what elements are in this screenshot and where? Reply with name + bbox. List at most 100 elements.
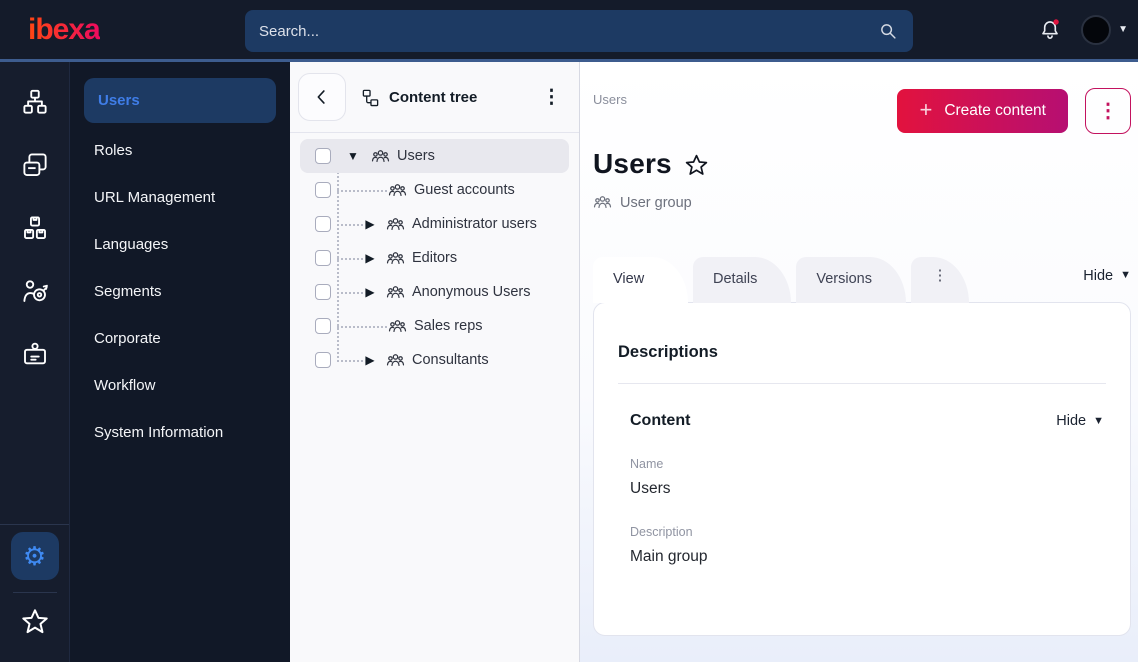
rail-divider [12,592,57,593]
tree-checkbox[interactable] [315,250,331,266]
tab-details[interactable]: Details [693,257,792,303]
create-content-button[interactable]: + Create content [897,89,1068,133]
user-group-icon [388,317,407,336]
caret-right-icon[interactable]: ▶ [364,218,376,230]
caret-down-icon: ▼ [1120,269,1131,281]
sidebar-item-url-management[interactable]: URL Management [70,174,290,221]
tab-more-kebab-icon[interactable]: ⋮ [910,257,969,303]
caret-down-icon: ▼ [1093,414,1104,427]
content-tree-title: Content tree [389,88,478,106]
tree-options-kebab-icon[interactable]: ⋮ [538,86,565,109]
user-group-icon [371,147,390,166]
sidebar-item-workflow[interactable]: Workflow [70,362,290,409]
tree-checkbox[interactable] [315,182,331,198]
gear-icon: ⚙ [22,541,47,571]
tree-item-editors[interactable]: ▶ Editors [300,241,569,275]
user-group-icon [386,283,405,302]
breadcrumb[interactable]: Users [593,88,627,107]
topbar-right: ▼ [1037,14,1138,45]
user-group-icon [388,181,407,200]
avatar[interactable] [1081,14,1112,45]
content-field-group: Content Hide ▼ Name Users Description Ma… [618,412,1106,566]
page-title: Users [593,148,672,179]
sidebar-item-languages[interactable]: Languages [70,221,290,268]
tree-checkbox[interactable] [315,216,331,232]
user-menu[interactable]: ▼ [1081,14,1128,45]
tree-item-label[interactable]: Sales reps [414,318,483,334]
user-group-icon [386,249,405,268]
product-boxes-icon[interactable] [18,211,52,245]
bell-icon[interactable] [1037,17,1063,43]
hide-label: Hide [1056,413,1087,429]
field-description: Description Main group [630,525,1104,566]
create-content-label: Create content [944,102,1046,119]
content-tree-list: ▼ Users Guest accounts ▶ Administrator u… [290,133,579,377]
ibexa-logo[interactable]: ibexa [28,14,101,45]
field-value: Main group [630,548,708,565]
search-input[interactable] [259,22,877,40]
icon-rail: ⚙ [0,62,70,662]
tab-versions[interactable]: Versions [796,257,906,303]
tree-item-users[interactable]: ▼ Users [300,139,569,173]
tree-item-label[interactable]: Guest accounts [414,182,515,198]
favorite-star-icon[interactable] [683,152,710,179]
sidebar-item-corporate[interactable]: Corporate [70,315,290,362]
app-window: ibexa ▼ [0,0,1138,662]
tree-item-anonymous-users[interactable]: ▶ Anonymous Users [300,275,569,309]
tree-item-label[interactable]: Users [397,148,435,164]
tab-view[interactable]: View [593,257,688,303]
field-label: Name [630,457,664,471]
main-content: Users + Create content ⋮ Users User grou… [580,62,1138,662]
caret-right-icon[interactable]: ▶ [364,252,376,264]
tree-checkbox[interactable] [315,318,331,334]
tree-checkbox[interactable] [315,148,331,164]
tree-checkbox[interactable] [315,352,331,368]
content-tree-icon [361,88,380,107]
user-group-icon [593,193,612,212]
user-group-icon [386,351,405,370]
sidebar-item-roles[interactable]: Roles [70,127,290,174]
topbar: ibexa ▼ [0,0,1138,62]
sidebar: Users Roles URL Management Languages Seg… [70,62,290,662]
audience-target-icon[interactable] [18,274,52,308]
descriptions-section-title: Descriptions [618,343,718,361]
sidebar-item-system-information[interactable]: System Information [70,409,290,456]
sidebar-item-segments[interactable]: Segments [70,268,290,315]
sitemap-icon[interactable] [18,85,52,119]
hide-tabs-toggle[interactable]: Hide ▼ [1083,268,1131,292]
tab-bar: View Details Versions ⋮ Hide ▼ [593,257,1131,303]
global-search[interactable] [245,10,913,52]
id-badge-icon[interactable] [18,337,52,371]
field-label: Description [630,525,693,539]
tree-item-sales-reps[interactable]: Sales reps [300,309,569,343]
content-tree-header: Content tree ⋮ [290,62,579,132]
content-pages-icon[interactable] [18,148,52,182]
rail-divider [0,524,69,525]
tree-item-administrator-users[interactable]: ▶ Administrator users [300,207,569,241]
tree-item-guest-accounts[interactable]: Guest accounts [300,173,569,207]
content-type-label: User group [620,194,692,211]
hide-content-group-toggle[interactable]: Hide ▼ [1056,413,1104,429]
user-group-icon [386,215,405,234]
page-options-kebab-icon[interactable]: ⋮ [1085,88,1131,134]
tree-item-label[interactable]: Anonymous Users [412,284,530,300]
tree-item-label[interactable]: Administrator users [412,216,537,232]
caret-down-icon[interactable]: ▼ [347,150,359,162]
field-name: Name Users [630,457,1104,498]
divider [618,383,1106,384]
tree-checkbox[interactable] [315,284,331,300]
search-icon[interactable] [877,20,899,42]
sidebar-item-users[interactable]: Users [84,78,276,123]
caret-right-icon[interactable]: ▶ [364,286,376,298]
content-group-title: Content [630,412,691,429]
tree-item-label[interactable]: Consultants [412,352,489,368]
settings-button[interactable]: ⚙ [10,532,59,580]
content-tree-panel: Content tree ⋮ ▼ Users Guest accounts ▶ … [290,62,580,662]
field-value: Users [630,480,671,497]
plus-icon: + [919,97,933,122]
tree-item-consultants[interactable]: ▶ Consultants [300,343,569,377]
bookmarks-star-icon[interactable] [19,606,51,638]
collapse-tree-button[interactable] [298,73,346,121]
caret-right-icon[interactable]: ▶ [364,354,376,366]
tree-item-label[interactable]: Editors [412,250,457,266]
